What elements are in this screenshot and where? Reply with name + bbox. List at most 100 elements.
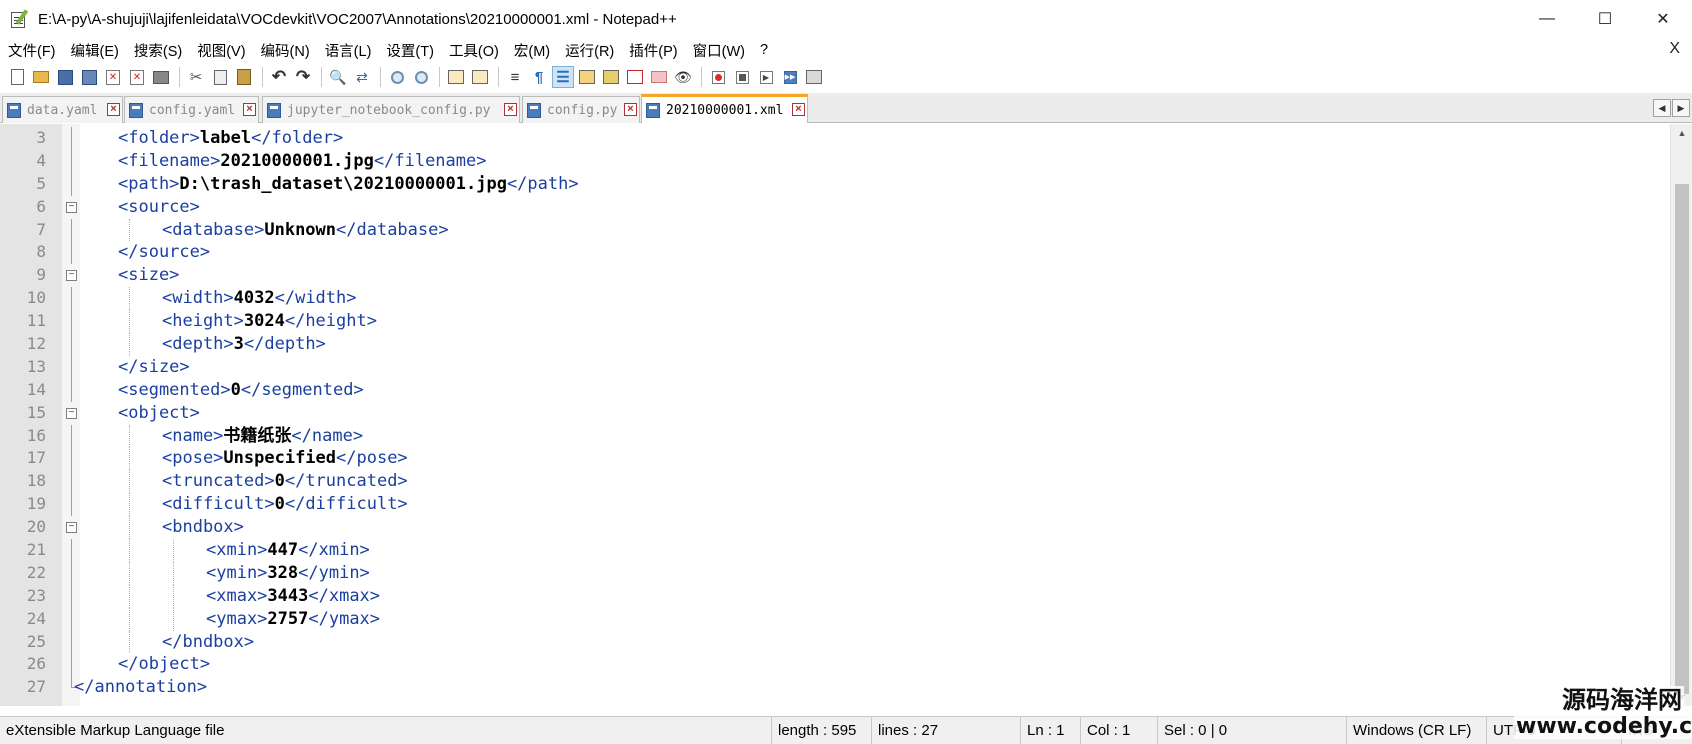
save-macro-icon[interactable] [803,66,825,88]
code-line[interactable]: 22 <ymin>328</ymin> [0,561,1660,585]
copy-icon[interactable] [209,66,231,88]
run-macro-multiple-icon[interactable]: ▶▶ [779,66,801,88]
stop-macro-icon[interactable] [731,66,753,88]
menu-help[interactable]: ? [752,42,775,58]
menu-macro[interactable]: 宏(M) [506,40,557,61]
replace-icon[interactable]: ⇄ [351,66,373,88]
menu-tools[interactable]: 工具(O) [441,40,506,61]
code-line[interactable]: 12 <depth>3</depth> [0,333,1660,356]
fold-toggle-icon[interactable]: − [66,270,77,282]
save-icon[interactable] [54,66,76,88]
tab-close-icon[interactable]: × [504,103,517,116]
code-line[interactable]: 8 </source> [0,241,1660,265]
tab-scroll-right-icon[interactable]: ▶ [1672,99,1690,117]
play-macro-icon[interactable]: ▶ [755,66,777,88]
code-line[interactable]: 4 <filename>20210000001.jpg</filename> [0,149,1660,173]
code-line[interactable]: 24 <ymax>2757</ymax> [0,607,1660,631]
code-line[interactable]: 20 − <bndbox> [0,516,1660,540]
code-area[interactable]: 3 <folder>label</folder> 4 <filename>202100… [0,127,1660,699]
code-line[interactable]: 27 </annotation> [0,676,1660,699]
record-macro-icon[interactable] [707,66,729,88]
eye-icon[interactable]: 👁 [672,66,694,88]
code-line[interactable]: 10 <width>4032</width> [0,287,1660,311]
monitoring-icon[interactable] [648,66,670,88]
editor[interactable]: 3 <folder>label</folder> 4 <filename>202100… [0,124,1692,706]
tab-config-yaml[interactable]: config.yaml × [124,96,259,123]
function-list-icon[interactable] [600,66,622,88]
tab-data-yaml[interactable]: data.yaml × [2,96,123,123]
redo-icon[interactable]: ↷ [292,66,314,88]
doc-map-icon[interactable] [576,66,598,88]
code-line[interactable]: 6 − <source> [0,196,1660,219]
menu-window[interactable]: 窗口(W) [685,40,752,61]
menu-search[interactable]: 搜索(S) [126,40,189,61]
print-icon[interactable] [150,66,172,88]
paste-icon[interactable] [233,66,255,88]
tab-config-py[interactable]: config.py × [522,96,640,123]
code-line[interactable]: 5 <path>D:\trash_dataset\20210000001.jpg<… [0,172,1660,196]
menu-plugins[interactable]: 插件(P) [621,40,684,61]
close-window-button[interactable]: ✕ [1634,0,1692,38]
tab-close-icon[interactable]: × [624,103,637,116]
indent-guide [173,607,174,631]
code-line[interactable]: 26 </object> [0,653,1660,677]
vertical-scrollbar[interactable]: ▲ ▼ [1670,124,1692,706]
open-file-icon[interactable] [30,66,52,88]
menu-run[interactable]: 运行(R) [557,40,621,61]
line-number: 12 [26,334,46,354]
fold-toggle-icon[interactable]: − [66,201,77,213]
code-line[interactable]: 18 <truncated>0</truncated> [0,470,1660,494]
minimize-button[interactable]: — [1518,0,1576,38]
code-line[interactable]: 21 <xmin>447</xmin> [0,539,1660,562]
undo-icon[interactable]: ↶ [268,66,290,88]
tab-20210000001-xml[interactable]: 20210000001.xml × [641,94,808,123]
code-line[interactable]: 9 − <size> [0,264,1660,287]
status-eol[interactable]: Windows (CR LF) [1347,717,1487,744]
menu-file[interactable]: 文件(F) [0,40,63,61]
close-all-icon[interactable]: ✕ [126,66,148,88]
scroll-up-icon[interactable]: ▲ [1671,124,1692,142]
code-line[interactable]: 17 <pose>Unspecified</pose> [0,447,1660,471]
indent-guide-icon[interactable]: ☰ [552,66,574,88]
code-line[interactable]: 11 <height>3024</height> [0,310,1660,334]
code-line[interactable]: 19 <difficult>0</difficult> [0,493,1660,517]
code-line[interactable]: 15 − <object> [0,402,1660,425]
fold-toggle-icon[interactable]: − [66,522,77,534]
folder-workspace-icon[interactable] [624,66,646,88]
menu-encoding[interactable]: 编码(N) [253,40,317,61]
code-line[interactable]: 14 <segmented>0</segmented> [0,378,1660,402]
find-icon[interactable]: 🔍 [327,66,349,88]
code-line[interactable]: 13 </size> [0,355,1660,379]
tab-close-icon[interactable]: × [243,103,256,116]
code-line[interactable]: 25 </bndbox> [0,630,1660,654]
menu-view[interactable]: 视图(V) [189,40,252,61]
tab-close-icon[interactable]: × [107,103,120,116]
indent-guide [129,333,130,356]
close-document-icon[interactable]: X [1669,40,1680,58]
save-all-icon[interactable] [78,66,100,88]
code-line[interactable]: 16 <name>书籍纸张</name> [0,424,1660,448]
code-line[interactable]: 3 <folder>label</folder> [0,127,1660,150]
zoom-out-icon[interactable] [410,66,432,88]
menu-edit[interactable]: 编辑(E) [63,40,126,61]
close-icon[interactable]: ✕ [102,66,124,88]
menu-language[interactable]: 语言(L) [317,40,379,61]
zoom-in-icon[interactable] [386,66,408,88]
fold-guide [71,355,72,379]
code-line[interactable]: 23 <xmax>3443</xmax> [0,584,1660,608]
sync-vertical-icon[interactable] [445,66,467,88]
scrollbar-thumb[interactable] [1675,184,1689,694]
tab-jupyter-notebook-config[interactable]: jupyter_notebook_config.py × [262,96,520,123]
word-wrap-icon[interactable]: ≡ [504,66,526,88]
sync-horizontal-icon[interactable] [469,66,491,88]
fold-toggle-icon[interactable]: − [66,407,77,419]
code-line[interactable]: 7 <database>Unknown</database> [0,218,1660,242]
new-file-icon[interactable] [6,66,28,88]
show-all-chars-icon[interactable]: ¶ [528,66,550,88]
tab-close-icon[interactable]: × [792,103,805,116]
tab-bar: data.yaml × config.yaml × jupyter_notebo… [0,93,1692,123]
tab-scroll-left-icon[interactable]: ◀ [1653,99,1671,117]
cut-icon[interactable]: ✂ [185,66,207,88]
menu-settings[interactable]: 设置(T) [378,40,441,61]
maximize-button[interactable]: ☐ [1576,0,1634,38]
